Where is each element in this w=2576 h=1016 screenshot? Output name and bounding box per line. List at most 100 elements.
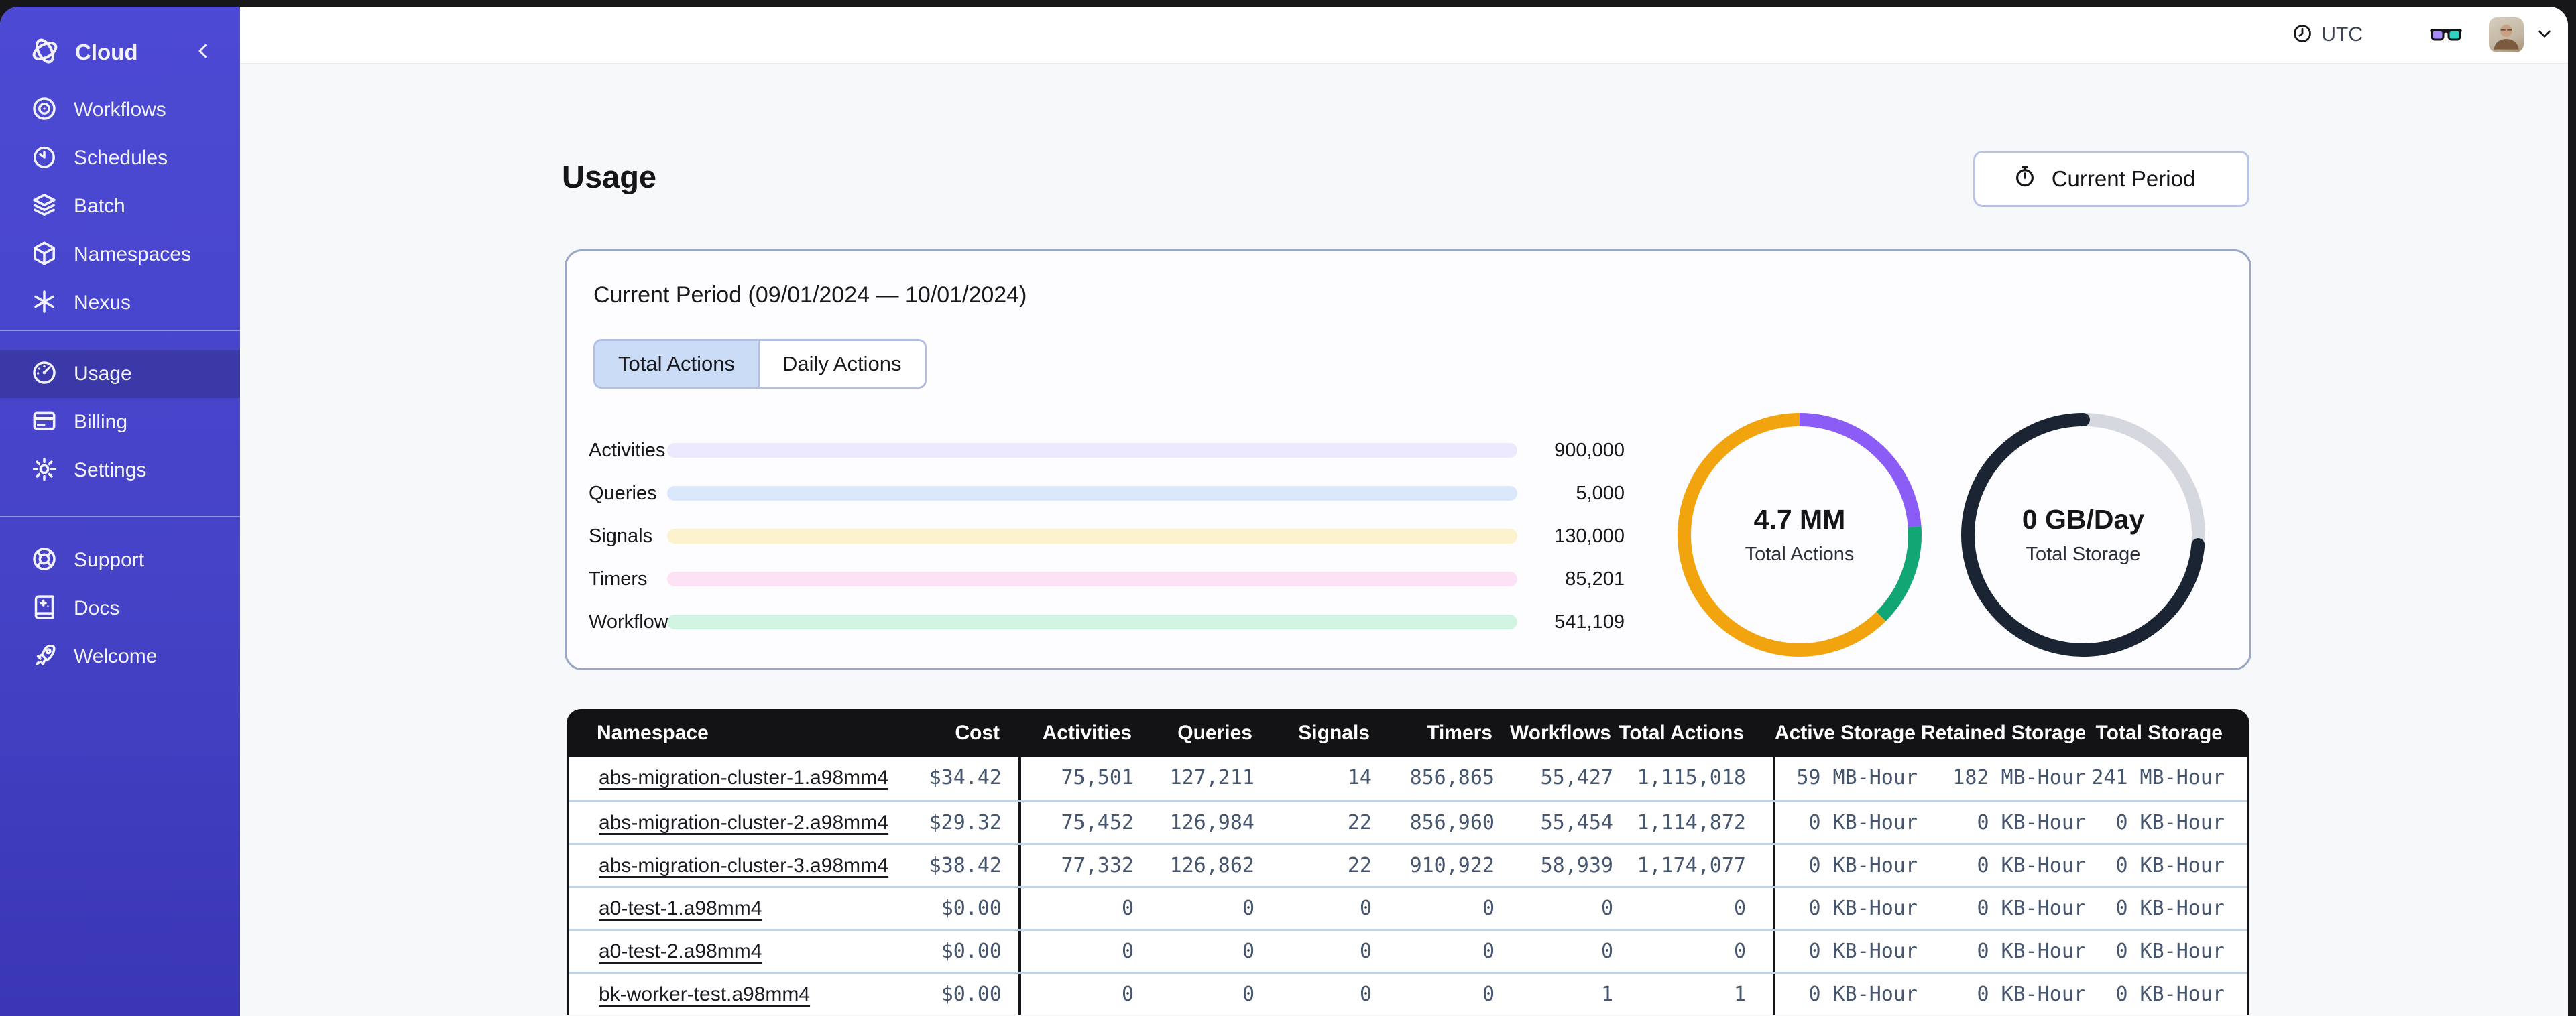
tab-total-actions[interactable]: Total Actions	[595, 341, 758, 387]
bar-label: Queries	[589, 482, 657, 504]
sidebar-item-namespaces[interactable]: Namespaces	[0, 231, 240, 279]
brand-label: Cloud	[75, 40, 138, 64]
namespace-cell: abs-migration-cluster-1.a98mm4	[569, 757, 904, 800]
namespace-cell: abs-migration-cluster-3.a98mm4	[569, 845, 904, 886]
table-cell: 0 KB-Hour	[1977, 940, 2086, 963]
namespace-link[interactable]: abs-migration-cluster-2.a98mm4	[599, 812, 888, 834]
bar-value: 541,109	[1554, 611, 1625, 633]
bar-track	[667, 486, 1517, 501]
nexus-icon	[31, 288, 58, 318]
table-cell: $38.42	[904, 845, 1021, 886]
namespace-link[interactable]: abs-migration-cluster-3.a98mm4	[599, 854, 888, 877]
table-cell: 0 KB-Hour	[1808, 811, 1918, 834]
table-cell: 58,939	[1540, 854, 1613, 877]
chevron-down-icon	[2534, 30, 2555, 46]
feedback-glasses-button[interactable]	[2430, 22, 2462, 48]
column-header-signals: Signals	[1298, 722, 1370, 744]
table-cell: 59 MB-Hour	[1796, 766, 1918, 789]
sidebar-item-nexus[interactable]: Nexus	[0, 279, 240, 327]
table-cell: 0 KB-Hour	[2115, 982, 2225, 1006]
bar-track	[667, 529, 1517, 544]
period-selector-button[interactable]: Current Period	[1973, 151, 2249, 207]
namespace-link[interactable]: abs-migration-cluster-1.a98mm4	[599, 767, 888, 789]
settings-icon	[31, 456, 58, 486]
donut-label: Total Storage	[2026, 544, 2141, 565]
bar-label: Timers	[589, 568, 648, 590]
namespace-link[interactable]: a0-test-2.a98mm4	[599, 940, 762, 962]
sidebar: Cloud Workflows Schedules Batch Namespac…	[0, 7, 240, 1016]
table-row: abs-migration-cluster-1.a98mm4 $34.42 75,5…	[569, 757, 2247, 800]
table-cell: 0	[1121, 940, 1134, 963]
table-cell: 0 KB-Hour	[1977, 897, 2086, 920]
user-avatar[interactable]	[2489, 17, 2524, 52]
table-cell: 1,174,077	[1615, 845, 1775, 886]
sidebar-item-welcome[interactable]: Welcome	[0, 633, 240, 681]
table-cell: 0	[1482, 897, 1495, 920]
timezone-selector[interactable]: UTC	[2292, 23, 2384, 49]
table-cell: 0	[1359, 982, 1372, 1006]
total-storage-donut: 0 GB/Day Total Storage	[1956, 407, 2211, 662]
temporal-logo-icon	[30, 36, 60, 70]
table-cell: 0	[1242, 897, 1254, 920]
column-header-retained-storage: Retained Storage	[1921, 722, 2085, 744]
tab-daily-actions[interactable]: Daily Actions	[758, 341, 925, 387]
table-cell: 126,984	[1169, 811, 1254, 834]
table-cell: 22	[1347, 854, 1372, 877]
donut-center: 0 GB/Day Total Storage	[1956, 407, 2211, 662]
avatar-silhouette	[2494, 24, 2519, 50]
sidebar-item-billing[interactable]: Billing	[0, 398, 240, 446]
period-button-label: Current Period	[2051, 166, 2196, 191]
bar-track	[667, 615, 1517, 629]
bar-value: 85,201	[1565, 568, 1625, 590]
sidebar-nav-main: Workflows Schedules Batch Namespaces Nex…	[0, 86, 240, 327]
stopwatch-icon	[2013, 164, 2037, 194]
table-cell: 0 KB-Hour	[1808, 854, 1918, 877]
sidebar-item-support[interactable]: Support	[0, 536, 240, 584]
card-title: Current Period (09/01/2024 — 10/01/2024)	[593, 282, 1027, 308]
sidebar-item-label: Workflows	[74, 99, 166, 121]
table-cell: 1	[1600, 982, 1613, 1006]
sidebar-item-label: Support	[74, 549, 145, 571]
namespace-link[interactable]: bk-worker-test.a98mm4	[599, 983, 810, 1005]
table-cell: 0	[1359, 940, 1372, 963]
table-cell: 0 KB-Hour	[1808, 982, 1918, 1006]
table-cell: 1	[1615, 974, 1775, 1015]
table-cell: $34.42	[904, 757, 1021, 800]
donut-center: 4.7 MM Total Actions	[1672, 407, 1927, 662]
table-cell: 856,865	[1409, 766, 1495, 789]
table-cell: 0 KB-Hour	[2115, 811, 2225, 834]
column-header-cost: Cost	[902, 709, 1019, 757]
table-row: a0-test-2.a98mm4 $0.00 0 0 0 0 0 0 0 KB-Hour 0 KB…	[569, 929, 2247, 972]
table-cell: 0 KB-Hour	[2115, 854, 2225, 877]
sidebar-item-usage[interactable]: Usage	[0, 350, 240, 398]
docs-icon	[31, 594, 58, 624]
bar-track	[667, 443, 1517, 458]
sidebar-item-batch[interactable]: Batch	[0, 182, 240, 231]
table-cell: $0.00	[904, 888, 1021, 929]
support-icon	[31, 546, 58, 576]
bar-value: 130,000	[1554, 525, 1625, 547]
sidebar-item-label: Schedules	[74, 147, 168, 169]
timezone-label: UTC	[2321, 23, 2363, 46]
table-cell: 0	[1242, 982, 1254, 1006]
table-cell: 910,922	[1409, 854, 1495, 877]
usage-table: Namespace Cost Activities Queries Signals Tim…	[567, 709, 2249, 1015]
bar-label: Activities	[589, 439, 666, 461]
namespace-link[interactable]: a0-test-1.a98mm4	[599, 897, 762, 919]
sidebar-item-docs[interactable]: Docs	[0, 584, 240, 633]
table-cell: $29.32	[904, 802, 1021, 843]
table-cell: 0	[1615, 931, 1775, 972]
table-cell: 856,960	[1409, 811, 1495, 834]
column-header-active-storage: Active Storage	[1774, 722, 1916, 744]
sidebar-collapse-button[interactable]	[192, 40, 215, 66]
account-menu-button[interactable]	[2534, 23, 2555, 47]
sidebar-item-workflows[interactable]: Workflows	[0, 86, 240, 134]
sidebar-item-schedules[interactable]: Schedules	[0, 134, 240, 182]
topbar: UTC	[240, 7, 2568, 64]
sidebar-nav-account: Usage Billing Settings	[0, 350, 240, 495]
main-content: Usage Current Period Current Period (09/…	[240, 64, 2568, 1016]
table-cell: 0	[1600, 940, 1613, 963]
bar-track	[667, 572, 1517, 586]
sidebar-nav-footer: Support Docs Welcome	[0, 536, 240, 681]
sidebar-item-settings[interactable]: Settings	[0, 446, 240, 495]
